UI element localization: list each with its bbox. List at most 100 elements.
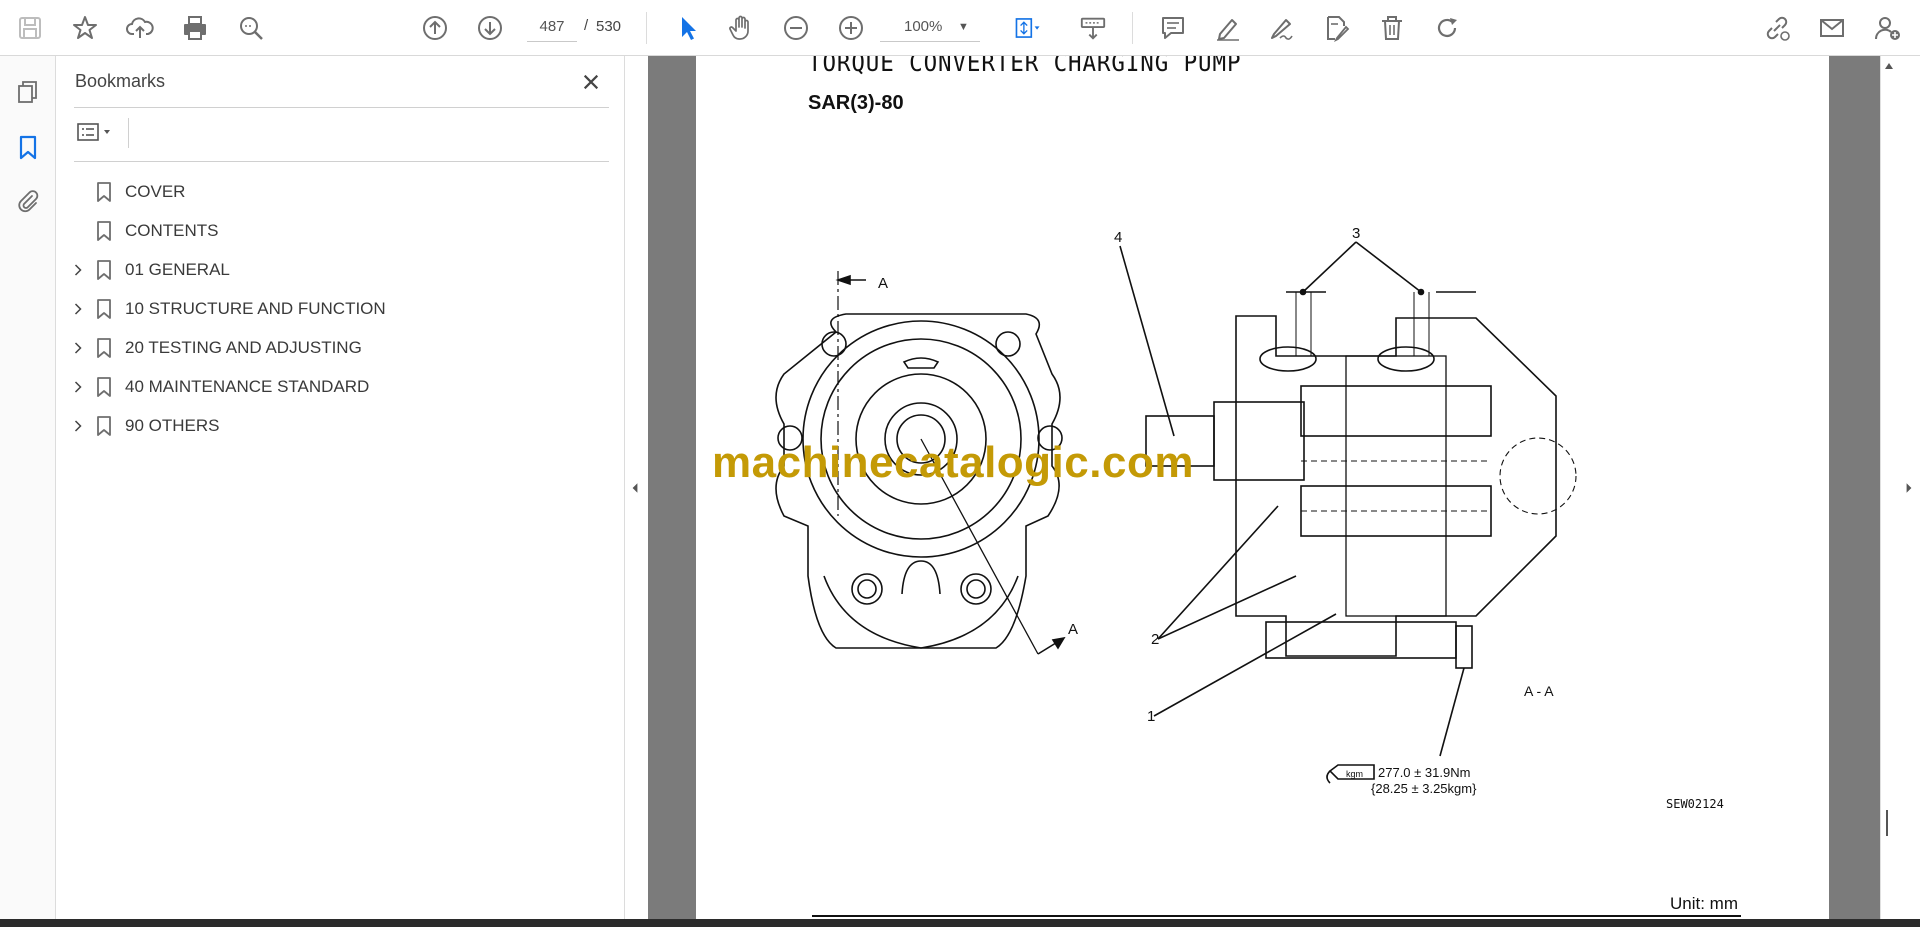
callout-1: 1 (1147, 708, 1155, 725)
bolt-hole (995, 331, 1021, 357)
rotate-redo-icon[interactable] (1430, 11, 1464, 45)
chevron-down-icon: ▼ (958, 20, 969, 33)
bookmark-flag-icon (96, 181, 112, 203)
chevron-right-icon[interactable] (70, 340, 86, 356)
share-link-icon[interactable] (1760, 11, 1794, 45)
left-tool-rail (0, 56, 56, 927)
bookmark-label: 40 MAINTENANCE STANDARD (125, 376, 370, 396)
port-hole (960, 573, 992, 605)
bookmark-item-others[interactable]: 90 OTHERS (56, 406, 625, 445)
edit-document-icon[interactable] (1320, 11, 1354, 45)
page-total: 530 (596, 18, 622, 35)
footer-rule (812, 915, 1741, 917)
email-envelope-icon[interactable] (1815, 11, 1849, 45)
callout-4: 4 (1114, 229, 1122, 246)
toolbar-divider (1132, 12, 1133, 44)
pdf-viewer-app: / 530 100% ▼ (0, 0, 1920, 927)
divider (128, 118, 129, 148)
unit-label: Unit: mm (1670, 894, 1738, 913)
bookmark-flag-icon (96, 298, 112, 320)
bookmark-flag-icon (96, 415, 112, 437)
scroll-mode-icon[interactable] (1074, 11, 1112, 45)
bookmarks-panel: Bookmarks COVER CONTENTS 01 GENERAL 10 S… (56, 56, 625, 919)
highlight-pen-icon[interactable] (1211, 11, 1245, 45)
bookmark-flag-icon (96, 259, 112, 281)
callout-2: 2 (1151, 631, 1159, 648)
bookmark-label: CONTENTS (125, 220, 219, 240)
port-hole (851, 573, 883, 605)
next-page-icon[interactable] (473, 11, 507, 45)
divider (74, 107, 609, 108)
page-thumbnails-icon[interactable] (11, 75, 45, 109)
bookmark-item-maintenance-standard[interactable]: 40 MAINTENANCE STANDARD (56, 367, 625, 406)
collapse-panel-left-icon[interactable] (628, 475, 642, 501)
bookmark-list: COVER CONTENTS 01 GENERAL 10 STRUCTURE A… (56, 172, 625, 445)
upload-cloud-icon[interactable] (123, 11, 157, 45)
bookmark-item-contents[interactable]: CONTENTS (56, 211, 625, 250)
star-bookmark-icon[interactable] (68, 11, 102, 45)
hand-pan-icon[interactable] (724, 11, 758, 45)
zoom-in-icon[interactable] (834, 11, 868, 45)
bookmark-label: 90 OTHERS (125, 415, 220, 435)
chevron-right-icon[interactable] (70, 379, 86, 395)
section-view-label: A - A (1524, 683, 1554, 699)
fit-page-icon[interactable] (1006, 11, 1050, 45)
bolt-hole (821, 331, 847, 357)
top-toolbar: / 530 100% ▼ (0, 0, 1920, 56)
add-user-icon[interactable] (1870, 11, 1904, 45)
torque-badge: kgm (1346, 769, 1363, 779)
toolbar-divider (646, 12, 647, 44)
bookmark-item-testing-adjusting[interactable]: 20 TESTING AND ADJUSTING (56, 328, 625, 367)
zoom-level-dropdown[interactable]: 100% ▼ (880, 12, 980, 42)
close-icon[interactable] (577, 68, 605, 96)
window-bottom-edge (0, 919, 1920, 927)
figure-code: SEW02124 (1666, 797, 1724, 811)
page-separator: / (584, 17, 589, 34)
bookmark-flag-icon (96, 376, 112, 398)
select-cursor-icon[interactable] (671, 11, 705, 45)
torque-value-kgm: {28.25 ± 3.25kgm} (1371, 781, 1477, 796)
delete-trash-icon[interactable] (1375, 11, 1409, 45)
bookmark-label: 01 GENERAL (125, 259, 230, 279)
gear-upper (1300, 385, 1492, 437)
comment-icon[interactable] (1156, 11, 1190, 45)
collapse-panel-right-icon[interactable] (1902, 475, 1916, 501)
scroll-up-icon[interactable] (1879, 56, 1899, 76)
zoom-out-icon[interactable] (779, 11, 813, 45)
section-label-top: A (878, 275, 888, 292)
bookmark-item-structure-function[interactable]: 10 STRUCTURE AND FUNCTION (56, 289, 625, 328)
callout-3: 3 (1352, 225, 1360, 242)
page-number-input[interactable] (527, 12, 577, 42)
chevron-right-icon[interactable] (70, 418, 86, 434)
bookmarks-panel-title: Bookmarks (75, 71, 166, 91)
divider (74, 161, 609, 162)
chevron-right-icon[interactable] (70, 262, 86, 278)
section-label-bottom: A (1068, 621, 1078, 638)
torque-value-nm: 277.0 ± 31.9Nm (1378, 765, 1470, 780)
scrollbar-thumb[interactable] (1886, 810, 1888, 836)
print-icon[interactable] (178, 11, 212, 45)
draw-sign-icon[interactable] (1265, 11, 1299, 45)
page-gutter-left (648, 56, 696, 919)
zoom-level-value: 100% (904, 18, 943, 35)
bookmark-item-general[interactable]: 01 GENERAL (56, 250, 625, 289)
save-icon[interactable] (13, 11, 47, 45)
bookmark-flag-icon (96, 220, 112, 242)
watermark-text: machinecatalogic.com (712, 438, 1194, 487)
zoom-search-icon[interactable] (234, 11, 268, 45)
bookmark-item-cover[interactable]: COVER (56, 172, 625, 211)
cover-plate (1265, 621, 1457, 659)
bookmark-label: 10 STRUCTURE AND FUNCTION (125, 298, 386, 318)
bookmark-flag-icon (96, 337, 112, 359)
page-gutter-right (1829, 56, 1880, 919)
list-options-icon (77, 123, 110, 141)
chevron-right-icon[interactable] (70, 301, 86, 317)
attachments-paperclip-icon[interactable] (11, 184, 45, 218)
mount-bolt (1455, 625, 1473, 669)
bookmark-label: 20 TESTING AND ADJUSTING (125, 337, 362, 357)
bookmarks-panel-icon[interactable] (11, 130, 45, 164)
pdf-page: TORQUE CONVERTER CHARGING PUMP SAR(3)-80 (696, 56, 1829, 919)
bookmark-options-button[interactable] (76, 118, 124, 146)
previous-page-icon[interactable] (418, 11, 452, 45)
bookmark-label: COVER (125, 181, 186, 201)
